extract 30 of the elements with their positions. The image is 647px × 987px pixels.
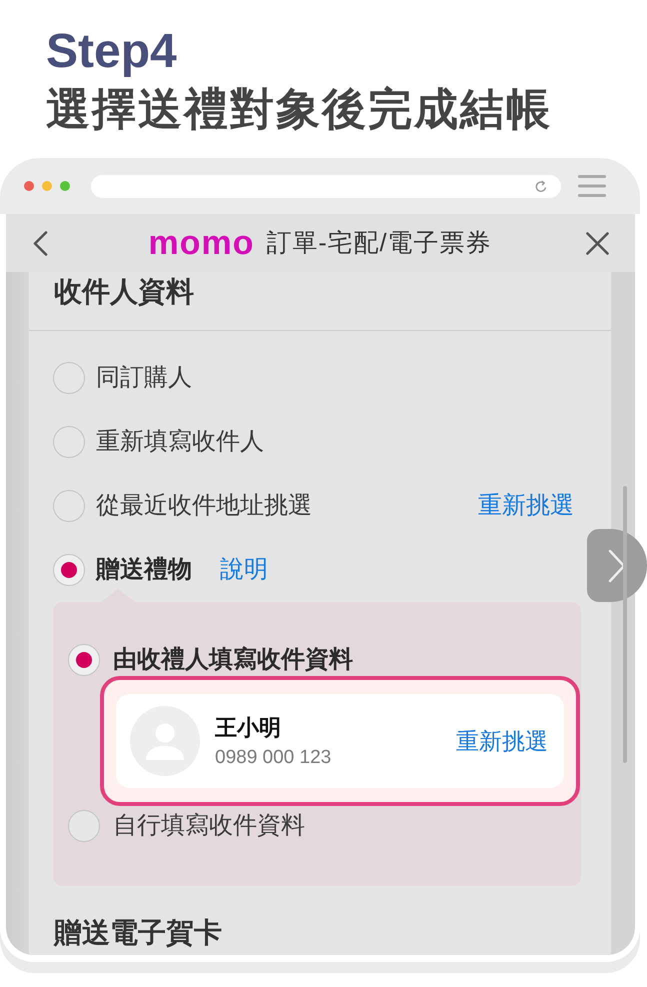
recipient-card[interactable]: 王小明 0989 000 123 重新挑選 xyxy=(116,694,564,788)
radio-button[interactable] xyxy=(53,490,85,522)
option-label[interactable]: 自行填寫收件資料 xyxy=(113,810,305,842)
radio-button[interactable] xyxy=(53,426,85,458)
radio-button[interactable] xyxy=(53,362,85,394)
header-title: 訂單-宅配/電子票券 xyxy=(266,228,492,259)
option-label[interactable]: 從最近收件地址挑選 xyxy=(96,490,312,522)
close-icon xyxy=(586,232,608,254)
option-label[interactable]: 同訂購人 xyxy=(96,362,192,394)
reselect-link[interactable]: 重新挑選 xyxy=(456,726,548,756)
chevron-right-icon xyxy=(608,548,626,582)
radio-button[interactable] xyxy=(53,554,85,586)
step-title: 選擇送禮對象後完成結帳 xyxy=(46,84,552,136)
scrollbar-thumb[interactable] xyxy=(623,486,627,763)
section-title: 贈送電子賀卡 xyxy=(54,916,222,950)
reload-icon[interactable] xyxy=(535,180,547,192)
radio-button[interactable] xyxy=(68,644,100,676)
recipient-name: 王小明 xyxy=(215,714,281,742)
radio-button[interactable] xyxy=(68,810,100,842)
address-bar[interactable] xyxy=(91,174,561,198)
recipient-phone: 0989 000 123 xyxy=(215,746,332,770)
option-label[interactable]: 贈送禮物 xyxy=(96,554,192,586)
close-button[interactable] xyxy=(583,229,611,257)
step-heading: Step4 xyxy=(46,24,177,80)
section-title: 收件人資料 xyxy=(54,275,194,309)
brand-logo: momo xyxy=(148,223,254,263)
option-label[interactable]: 由收禮人填寫收件資料 xyxy=(113,644,353,676)
chevron-left-icon xyxy=(33,230,48,256)
option-label[interactable]: 重新填寫收件人 xyxy=(96,426,264,458)
menu-icon[interactable] xyxy=(578,175,606,197)
